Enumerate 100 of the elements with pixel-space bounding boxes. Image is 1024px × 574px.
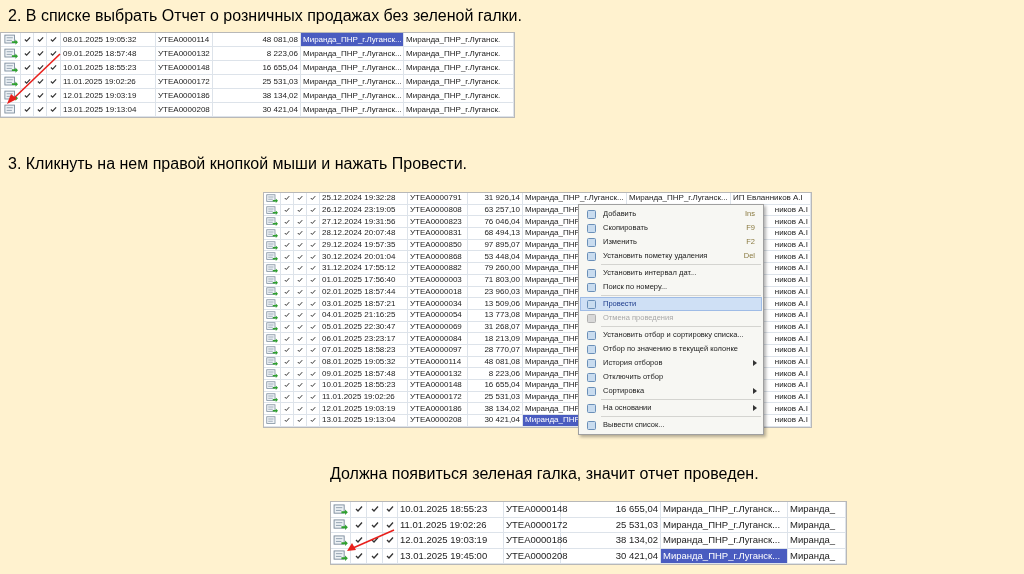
amount-cell: 18 213,09 (484, 333, 520, 344)
number-cell: УТЕА0000868 (410, 251, 462, 262)
counterparty-cell: ИП Евланников А.I (733, 193, 803, 204)
date-cell: 25.12.2024 19:32:28 (322, 193, 396, 204)
date-cell: 13.01.2025 19:13:04 (63, 103, 137, 116)
date-cell: 04.01.2025 21:16:25 (322, 310, 396, 321)
number-cell: УТЕА0000069 (410, 321, 462, 332)
date-cell: 08.01.2025 19:05:32 (63, 33, 137, 46)
annotation-arrow (346, 528, 396, 552)
number-cell: УТЕА0000148 (158, 61, 210, 74)
date-cell: 28.12.2024 20:07:48 (322, 228, 396, 239)
counterparty-cell: Миранда_ (790, 517, 836, 532)
amount-cell: 53 448,04 (484, 251, 520, 262)
date-cell: 01.01.2025 17:56:40 (322, 275, 396, 286)
amount-cell: 31 268,07 (484, 321, 520, 332)
amount-cell: 13 773,08 (484, 310, 520, 321)
counterparty-cell: Миранда_ПНР (525, 205, 580, 216)
counterparty-cell: Миранда_ПНР_г.Луганск... (663, 517, 781, 532)
counterparty-cell: Миранда_ПНР_г.Луганск... (303, 75, 402, 88)
amount-cell: 30 421,04 (484, 415, 520, 426)
counterparty-cell: ников А.I (774, 298, 808, 309)
amount-cell: 8 223,06 (488, 368, 520, 379)
counterparty-cell: Миранда_ПНР (525, 380, 580, 391)
date-cell: 12.01.2025 19:03:19 (322, 403, 396, 414)
number-cell: УТЕА0000831 (410, 228, 462, 239)
number-cell: УТЕА0000114 (410, 356, 462, 367)
number-cell: УТЕА0000034 (410, 298, 462, 309)
counterparty-cell: ников А.I (774, 310, 808, 321)
counterparty-cell: Миранда_ПНР_г.Луганск. (406, 75, 501, 88)
date-cell: 06.01.2025 23:23:17 (322, 333, 396, 344)
number-cell: УТЕА0000003 (410, 275, 462, 286)
counterparty-cell: Миранда_ПНР (525, 333, 580, 344)
annotation-arrow (4, 52, 62, 106)
counterparty-cell: Миранда_ПНР (525, 251, 580, 262)
number-cell: УТЕА0000186 (158, 89, 210, 102)
date-cell: 27.12.2024 19:31:56 (322, 216, 396, 227)
date-cell: 13.01.2025 19:13:04 (322, 415, 396, 426)
amount-cell: 8 223,06 (266, 47, 298, 60)
counterparty-cell: Миранда_ПНР_г.Луганск... (303, 47, 402, 60)
date-cell: 30.12.2024 20:01:04 (322, 251, 396, 262)
counterparty-cell: Миранда_ПНР_г.Луганск... (303, 61, 402, 74)
counterparty-cell: ников А.I (774, 240, 808, 251)
amount-cell: 79 260,00 (484, 263, 520, 274)
counterparty-cell: Миранда_ (790, 533, 836, 548)
counterparty-cell: Миранда_ПНР (525, 345, 580, 356)
amount-cell: 71 803,00 (484, 275, 520, 286)
counterparty-cell: ников А.I (774, 205, 808, 216)
amount-cell: 23 960,03 (484, 286, 520, 297)
counterparty-cell: Миранда_ПНР_г.Луганск... (303, 103, 402, 116)
number-cell: УТЕА0000850 (410, 240, 462, 251)
amount-cell: 13 509,06 (484, 298, 520, 309)
date-cell: 05.01.2025 22:30:47 (322, 321, 396, 332)
date-cell: 10.01.2025 18:55:23 (322, 380, 396, 391)
number-cell: УТЕА0000172 (410, 392, 462, 403)
date-cell: 10.01.2025 18:55:23 (400, 502, 488, 517)
counterparty-cell: Миранда_ПНР (525, 216, 580, 227)
counterparty-cell: ников А.I (774, 286, 808, 297)
counterparty-cell: Миранда_ПНР (525, 298, 580, 309)
counterparty-cell: ников А.I (774, 356, 808, 367)
number-cell: УТЕА0000823 (410, 216, 462, 227)
counterparty-cell: ников А.I (774, 251, 808, 262)
amount-cell: 30 421,04 (262, 103, 298, 116)
number-cell: УТЕА0000208 (506, 548, 568, 563)
amount-cell: 68 494,13 (484, 228, 520, 239)
date-cell: 10.01.2025 18:55:23 (63, 61, 137, 74)
counterparty-cell: Миранда_ПНР (525, 275, 580, 286)
counterparty-cell: ников А.I (774, 275, 808, 286)
instruction-text: 2. В списке выбрать Отчет о розничных продажах без зеленой галки. (8, 6, 522, 26)
counterparty-cell: ников А.I (774, 345, 808, 356)
counterparty-cell: Миранда_ПНР_г.Луганск. (406, 47, 501, 60)
amount-cell: 76 046,04 (484, 216, 520, 227)
counterparty-cell: Миранда_ПНР (525, 403, 580, 414)
amount-cell: 25 531,03 (262, 75, 298, 88)
counterparty-cell: ников А.I (774, 228, 808, 239)
date-cell: 11.01.2025 19:02:26 (63, 75, 136, 88)
counterparty-cell: ников А.I (774, 321, 808, 332)
amount-cell: 28 770,07 (484, 345, 520, 356)
counterparty-cell: Миранда_ПНР_г.Луганск... (663, 548, 781, 563)
number-cell: УТЕА0000132 (158, 47, 210, 60)
amount-cell: 48 081,08 (484, 356, 520, 367)
number-cell: УТЕА0000018 (410, 286, 462, 297)
counterparty-cell: Миранда_ПНР (525, 263, 580, 274)
counterparty-cell: ников А.I (774, 415, 808, 426)
counterparty-cell: Миранда_ПНР_г.Луганск. (406, 61, 501, 74)
number-cell: УТЕА0000148 (410, 380, 462, 391)
number-cell: УТЕА0000186 (410, 403, 462, 414)
amount-cell: 63 257,10 (484, 205, 520, 216)
counterparty-cell: Миранда_ПНР (525, 368, 580, 379)
date-cell: 07.01.2025 18:58:23 (322, 345, 396, 356)
number-cell: УТЕА0000882 (410, 263, 462, 274)
counterparty-cell: ников А.I (774, 380, 808, 391)
date-cell: 02.01.2025 18:57:44 (322, 286, 396, 297)
date-cell: 12.01.2025 19:03:19 (63, 89, 137, 102)
number-cell: УТЕА0000114 (158, 33, 210, 46)
number-cell: УТЕА0000097 (410, 345, 462, 356)
instruction-text: 3. Кликнуть на нем правой кнопкой мыши и нажать Провести. (8, 154, 468, 174)
date-cell: 03.01.2025 18:57:21 (322, 298, 396, 309)
date-cell: 09.01.2025 18:57:48 (322, 368, 396, 379)
amount-cell: 16 655,04 (484, 380, 520, 391)
counterparty-cell: Миранда_ПНР_г.Луганск... (303, 33, 402, 46)
